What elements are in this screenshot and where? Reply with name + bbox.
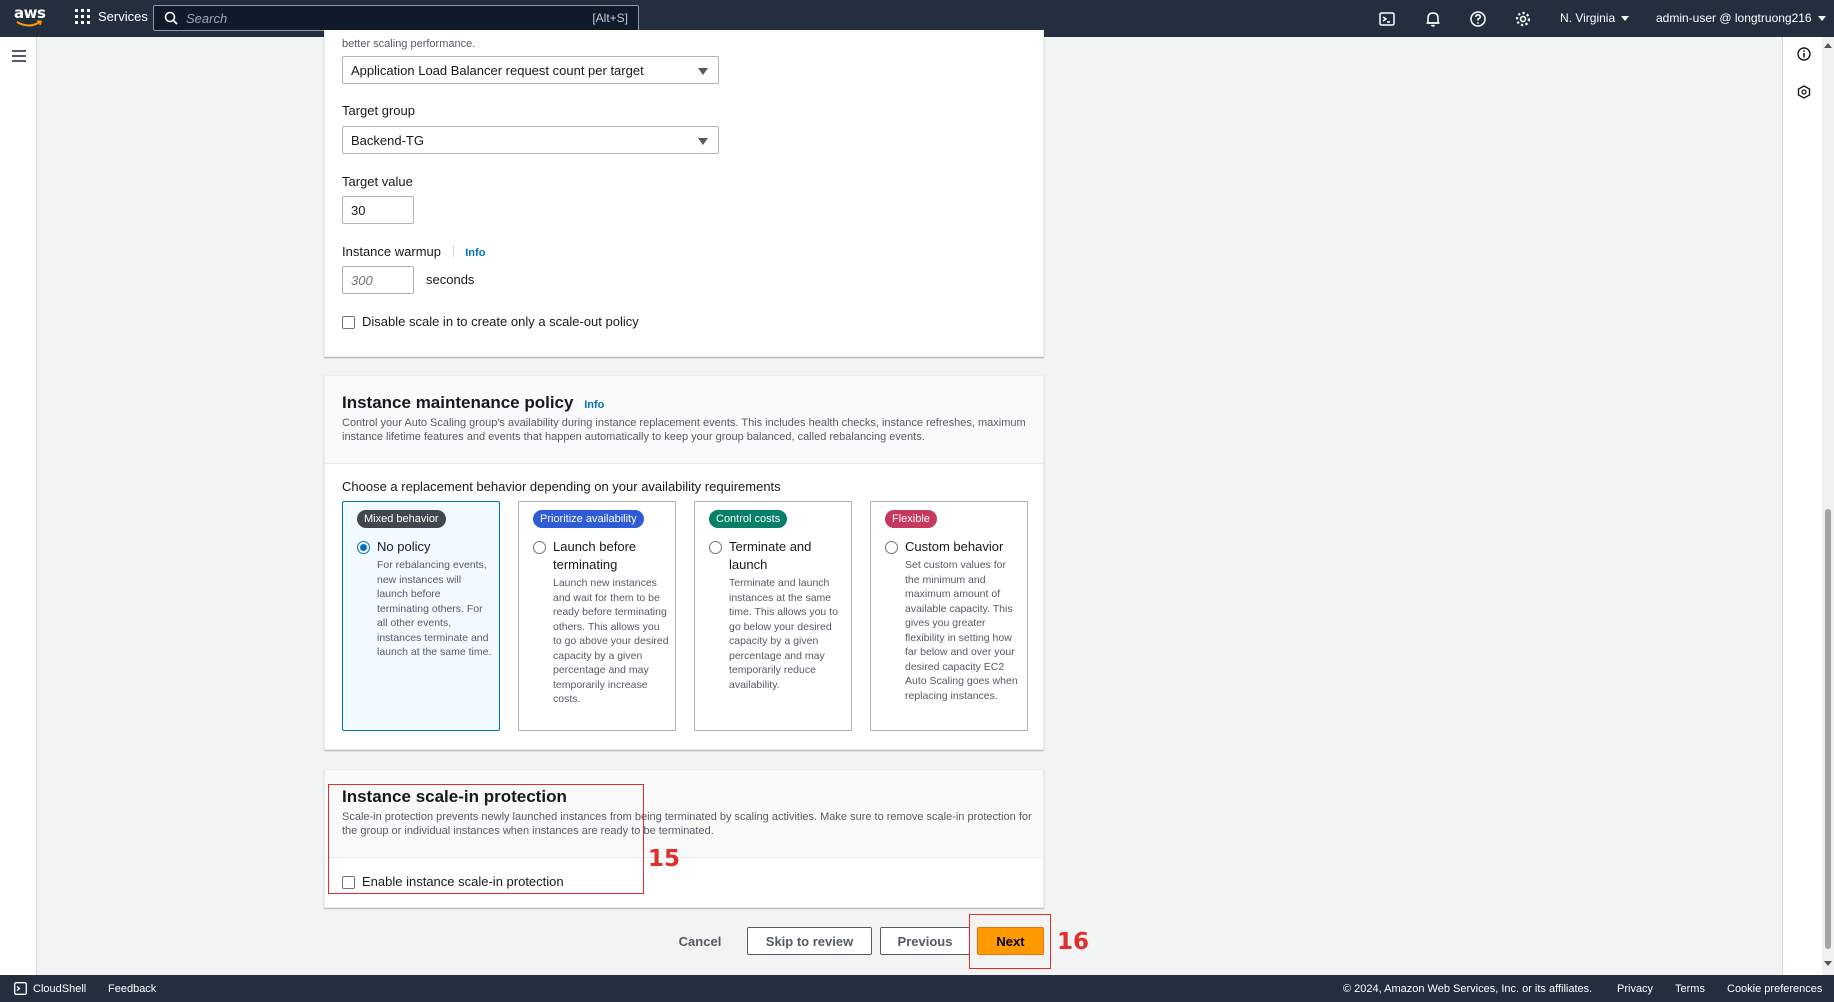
maintenance-panel-header: Instance maintenance policy Info Control…	[325, 376, 1043, 464]
option-description: Terminate and launch instances at the sa…	[729, 577, 838, 691]
metric-type-value: Application Load Balancer request count …	[351, 63, 644, 78]
maintenance-description: Control your Auto Scaling group's availa…	[342, 417, 1026, 443]
settings-gear-icon[interactable]	[1514, 10, 1532, 28]
resources-hexagon-icon[interactable]	[1797, 85, 1811, 99]
target-group-select[interactable]: Backend-TG	[342, 126, 719, 154]
services-grid-icon	[75, 9, 90, 24]
target-group-label: Target group	[342, 103, 415, 118]
notifications-bell-icon[interactable]	[1424, 10, 1442, 28]
region-selector[interactable]: N. Virginia	[1560, 11, 1630, 25]
footer-feedback-link[interactable]: Feedback	[108, 983, 156, 995]
footer-copyright: © 2024, Amazon Web Services, Inc. or its…	[1343, 983, 1593, 995]
maintenance-title-text: Instance maintenance policy	[342, 393, 574, 412]
disable-scale-in-label: Disable scale in to create only a scale-…	[362, 314, 639, 329]
option-description: For rebalancing events, new instances wi…	[377, 559, 492, 658]
target-value-label: Target value	[342, 174, 413, 189]
account-label: admin-user @ longtruong216	[1656, 11, 1812, 25]
annotation-number-15: 15	[648, 846, 681, 872]
instance-warmup-input[interactable]	[342, 266, 414, 294]
option-radio[interactable]	[533, 541, 546, 554]
option-badge: Control costs	[709, 510, 788, 528]
footer-cookie-preferences-link[interactable]: Cookie preferences	[1727, 983, 1822, 995]
aws-logo[interactable]: aws	[14, 6, 48, 30]
scroll-down-icon[interactable]	[1824, 961, 1832, 966]
option-card-launch-before-terminating[interactable]: Prioritize availability Launch before te…	[518, 501, 676, 731]
warmup-info-link[interactable]: Info	[465, 247, 485, 259]
option-description: Launch new instances and wait for them t…	[553, 577, 669, 705]
previous-button[interactable]: Previous	[880, 927, 970, 955]
aws-smile-icon	[16, 20, 42, 27]
cloudshell-icon[interactable]	[1378, 10, 1396, 28]
option-radio[interactable]	[357, 541, 370, 554]
cancel-button[interactable]: Cancel	[668, 927, 732, 955]
footer-terms-link[interactable]: Terms	[1675, 983, 1705, 995]
chevron-down-icon	[1621, 15, 1630, 21]
metric-type-select[interactable]: Application Load Balancer request count …	[342, 56, 719, 84]
menu-hamburger-icon[interactable]	[12, 50, 26, 65]
maintenance-title: Instance maintenance policy Info	[342, 393, 604, 413]
replacement-behavior-label: Choose a replacement behavior depending …	[342, 479, 781, 494]
account-menu[interactable]: admin-user @ longtruong216	[1656, 11, 1826, 25]
scaling-policy-panel: better scaling performance. Application …	[324, 30, 1044, 357]
chevron-down-icon	[1817, 15, 1826, 21]
info-circle-icon[interactable]	[1797, 47, 1811, 61]
option-badge: Flexible	[885, 510, 937, 528]
target-value-input[interactable]	[342, 196, 414, 224]
cloudshell-icon	[14, 982, 27, 995]
option-card-terminate-and-launch[interactable]: Control costs Terminate and launch Termi…	[694, 501, 852, 731]
option-title: Custom behavior	[905, 539, 1004, 554]
search-icon	[164, 11, 178, 25]
services-menu[interactable]: Services	[75, 9, 148, 24]
scroll-thumb[interactable]	[1825, 509, 1831, 949]
target-group-value: Backend-TG	[351, 133, 424, 148]
maintenance-info-link[interactable]: Info	[584, 399, 604, 411]
option-badge: Prioritize availability	[533, 510, 644, 528]
page-scrollbar[interactable]	[1822, 37, 1834, 975]
warmup-unit: seconds	[426, 272, 475, 287]
scroll-up-icon[interactable]	[1824, 43, 1832, 48]
footer-cloudshell-link[interactable]: CloudShell	[33, 983, 86, 995]
option-radio[interactable]	[885, 541, 898, 554]
footer-privacy-link[interactable]: Privacy	[1617, 983, 1653, 995]
skip-to-review-button[interactable]: Skip to review	[747, 927, 872, 955]
aws-logo-text: aws	[14, 4, 46, 22]
console-footer: CloudShell Feedback © 2024, Amazon Web S…	[0, 975, 1834, 1002]
option-badge: Mixed behavior	[357, 510, 446, 528]
left-side-nav	[0, 37, 37, 975]
option-description: Set custom values for the minimum and ma…	[905, 559, 1018, 702]
annotation-box-step-16	[969, 914, 1051, 969]
annotation-box-step-15	[328, 784, 644, 894]
truncated-help-text: better scaling performance.	[342, 38, 476, 50]
option-card-custom-behavior[interactable]: Flexible Custom behavior Set custom valu…	[870, 501, 1028, 731]
instance-warmup-label: Instance warmup Info	[342, 244, 485, 259]
annotation-number-16: 16	[1057, 929, 1090, 955]
option-title: No policy	[377, 539, 431, 554]
caret-down-icon	[698, 138, 708, 145]
instance-warmup-text: Instance warmup	[342, 244, 441, 259]
right-tools-panel	[1782, 37, 1822, 975]
services-label: Services	[98, 9, 148, 24]
option-card-no-policy[interactable]: Mixed behavior No policy For rebalancing…	[342, 501, 500, 731]
option-title: Terminate and launch	[729, 539, 812, 572]
instance-maintenance-policy-panel: Instance maintenance policy Info Control…	[324, 375, 1044, 750]
search-bar[interactable]: [Alt+S]	[153, 5, 639, 31]
help-icon[interactable]	[1469, 10, 1487, 28]
search-input[interactable]	[186, 10, 593, 26]
option-title: Launch before terminating	[553, 539, 637, 572]
option-radio[interactable]	[709, 541, 722, 554]
search-shortcut: [Alt+S]	[592, 11, 628, 25]
disable-scale-in-checkbox[interactable]	[342, 316, 355, 329]
divider	[452, 245, 454, 257]
region-label: N. Virginia	[1560, 11, 1616, 25]
caret-down-icon	[698, 68, 708, 75]
